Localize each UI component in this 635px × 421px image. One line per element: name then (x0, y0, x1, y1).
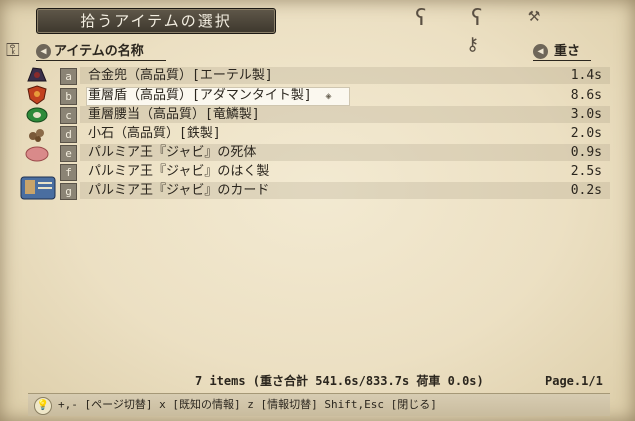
item-key[interactable]: a (60, 68, 77, 85)
tool-icon: ⚒ (528, 2, 541, 26)
item-weight: 2.5s (570, 164, 602, 179)
page-indicator: Page.1/1 (545, 374, 603, 388)
item-key[interactable]: g (60, 183, 77, 200)
column-header-name[interactable]: アイテムの名称 (54, 42, 144, 62)
list-item[interactable]: d 小石（高品質）[鉄製] 2.0s (60, 124, 610, 143)
item-weight: 0.9s (570, 145, 602, 160)
weight-summary: 7 items (重さ合計 541.6s/833.7s 荷車 0.0s) (195, 374, 484, 388)
sort-name-icon[interactable]: ◀ (36, 44, 51, 59)
item-name-text: 重層盾（高品質）[アダマンタイト製] (88, 88, 312, 103)
item-name[interactable]: パルミア王『ジャビ』の死体 (88, 143, 256, 162)
help-bar: 💡 +,- [ページ切替] x [既知の情報] z [情報切替] Shift,E… (28, 393, 610, 416)
lightbulb-icon: 💡 (34, 397, 52, 415)
item-weight: 0.2s (570, 183, 602, 198)
hook-icon: ʕ (414, 6, 428, 31)
item-key[interactable]: e (60, 145, 77, 162)
list-item[interactable]: a 合金兜（高品質）[エーテル製] 1.4s (60, 66, 610, 85)
list-item[interactable]: e パルミア王『ジャビ』の死体 0.9s (60, 143, 610, 162)
item-key[interactable]: c (60, 107, 77, 124)
header-underline (36, 60, 166, 61)
item-name[interactable]: 重層腰当（高品質）[竜鱗製] (88, 105, 260, 124)
item-weight: 1.4s (570, 68, 602, 83)
item-key[interactable]: f (60, 164, 77, 181)
item-name[interactable]: 小石（高品質）[鉄製] (88, 124, 221, 143)
item-weight: 8.6s (570, 88, 602, 103)
header-underline (533, 60, 591, 61)
list-item[interactable]: g パルミア王『ジャビ』のカード 0.2s (60, 181, 610, 200)
keys-icon: ⚷ (466, 34, 480, 55)
item-weight: 3.0s (570, 107, 602, 122)
column-header-weight[interactable]: 重さ (554, 42, 580, 62)
key-left-icon: ⚿ (6, 40, 20, 61)
shield-icon (24, 85, 50, 105)
selection-diamond-icon: ◈ (325, 91, 332, 102)
card-icon (20, 176, 56, 200)
belt-icon (24, 105, 50, 125)
meat-icon (24, 144, 50, 164)
item-weight: 2.0s (570, 126, 602, 141)
hook-icon: ʕ (470, 6, 484, 31)
list-item[interactable]: f パルミア王『ジャビ』のはく製 2.5s (60, 162, 610, 181)
stones-icon (24, 124, 50, 144)
item-name[interactable]: パルミア王『ジャビ』のカード (88, 181, 269, 200)
item-key[interactable]: d (60, 126, 77, 143)
list-item[interactable]: c 重層腰当（高品質）[竜鱗製] 3.0s (60, 105, 610, 124)
helmet-icon (24, 65, 50, 85)
sort-weight-icon[interactable]: ◀ (533, 44, 548, 59)
item-key[interactable]: b (60, 88, 77, 105)
item-name[interactable]: 重層盾（高品質）[アダマンタイト製] ◈ (88, 86, 332, 106)
list-item[interactable]: b 重層盾（高品質）[アダマンタイト製] ◈ 8.6s (60, 86, 610, 106)
help-text: +,- [ページ切替] x [既知の情報] z [情報切替] Shift,Esc… (58, 398, 437, 411)
parchment-panel (0, 0, 635, 421)
item-name[interactable]: パルミア王『ジャビ』のはく製 (88, 162, 269, 181)
window-title: 拾うアイテムの選択 (36, 8, 276, 34)
item-name[interactable]: 合金兜（高品質）[エーテル製] (88, 66, 273, 85)
